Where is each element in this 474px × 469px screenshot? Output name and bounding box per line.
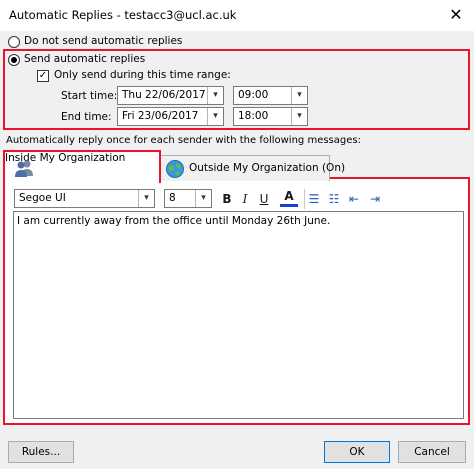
tab-outside-label: Outside My Organization (On) — [189, 162, 346, 174]
chevron-down-icon[interactable]: ▾ — [195, 190, 211, 207]
chevron-down-icon[interactable]: ▾ — [291, 87, 307, 104]
do-not-send-radio[interactable] — [8, 36, 20, 48]
only-send-label[interactable]: Only send during this time range: — [54, 69, 231, 81]
font-name-value: Segoe UI — [19, 192, 66, 204]
numbering-button[interactable]: ☷ — [325, 189, 343, 209]
start-time-select[interactable]: 09:00 ▾ — [233, 86, 308, 105]
close-icon[interactable]: ✕ — [444, 4, 468, 26]
start-time-label: Start time: — [61, 90, 118, 102]
only-send-checkbox[interactable]: ✓ — [37, 70, 49, 82]
bold-button[interactable]: B — [219, 189, 235, 209]
globe-icon — [166, 160, 184, 178]
start-date-picker[interactable]: Thu 22/06/2017 ▾ — [117, 86, 224, 105]
end-time-select[interactable]: 18:00 ▾ — [233, 107, 308, 126]
chevron-down-icon[interactable]: ▾ — [291, 108, 307, 125]
send-automatic-replies-label[interactable]: Send automatic replies — [24, 53, 145, 65]
start-date-value: Thu 22/06/2017 — [122, 89, 206, 101]
window-title: Automatic Replies - testacc3@ucl.ac.uk — [9, 8, 237, 22]
font-size-value: 8 — [169, 192, 176, 204]
do-not-send-label[interactable]: Do not send automatic replies — [24, 35, 182, 47]
italic-button[interactable]: I — [237, 189, 253, 209]
chevron-down-icon[interactable]: ▾ — [207, 108, 223, 125]
message-body-text: I am currently away from the office unti… — [17, 215, 331, 227]
increase-indent-button[interactable]: ⇥ — [366, 189, 384, 209]
ok-button[interactable]: OK — [324, 441, 390, 463]
rules-button[interactable]: Rules... — [8, 441, 74, 463]
title-bar: Automatic Replies - testacc3@ucl.ac.uk ✕ — [0, 0, 474, 31]
chevron-down-icon[interactable]: ▾ — [138, 190, 154, 207]
underline-button[interactable]: U — [256, 189, 272, 209]
font-name-select[interactable]: Segoe UI ▾ — [14, 189, 155, 208]
people-icon — [15, 160, 33, 177]
end-date-picker[interactable]: Fri 23/06/2017 ▾ — [117, 107, 224, 126]
cancel-button[interactable]: Cancel — [398, 441, 466, 463]
message-body-area[interactable]: I am currently away from the office unti… — [13, 211, 464, 419]
font-size-select[interactable]: 8 ▾ — [164, 189, 212, 208]
chevron-down-icon[interactable]: ▾ — [207, 87, 223, 104]
reply-heading: Automatically reply once for each sender… — [6, 135, 361, 146]
decrease-indent-button[interactable]: ⇤ — [345, 189, 363, 209]
tab-inside-organization[interactable]: Inside My Organization — [3, 150, 161, 183]
end-time-label: End time: — [61, 111, 112, 123]
bullets-button[interactable]: ☰ — [305, 189, 323, 209]
end-time-value: 18:00 — [238, 110, 269, 122]
start-time-value: 09:00 — [238, 89, 269, 101]
end-date-value: Fri 23/06/2017 — [122, 110, 199, 122]
font-color-button[interactable]: A — [280, 187, 298, 207]
tab-outside-organization[interactable]: Outside My Organization (On) — [160, 155, 345, 181]
send-automatic-replies-radio[interactable] — [8, 54, 20, 66]
